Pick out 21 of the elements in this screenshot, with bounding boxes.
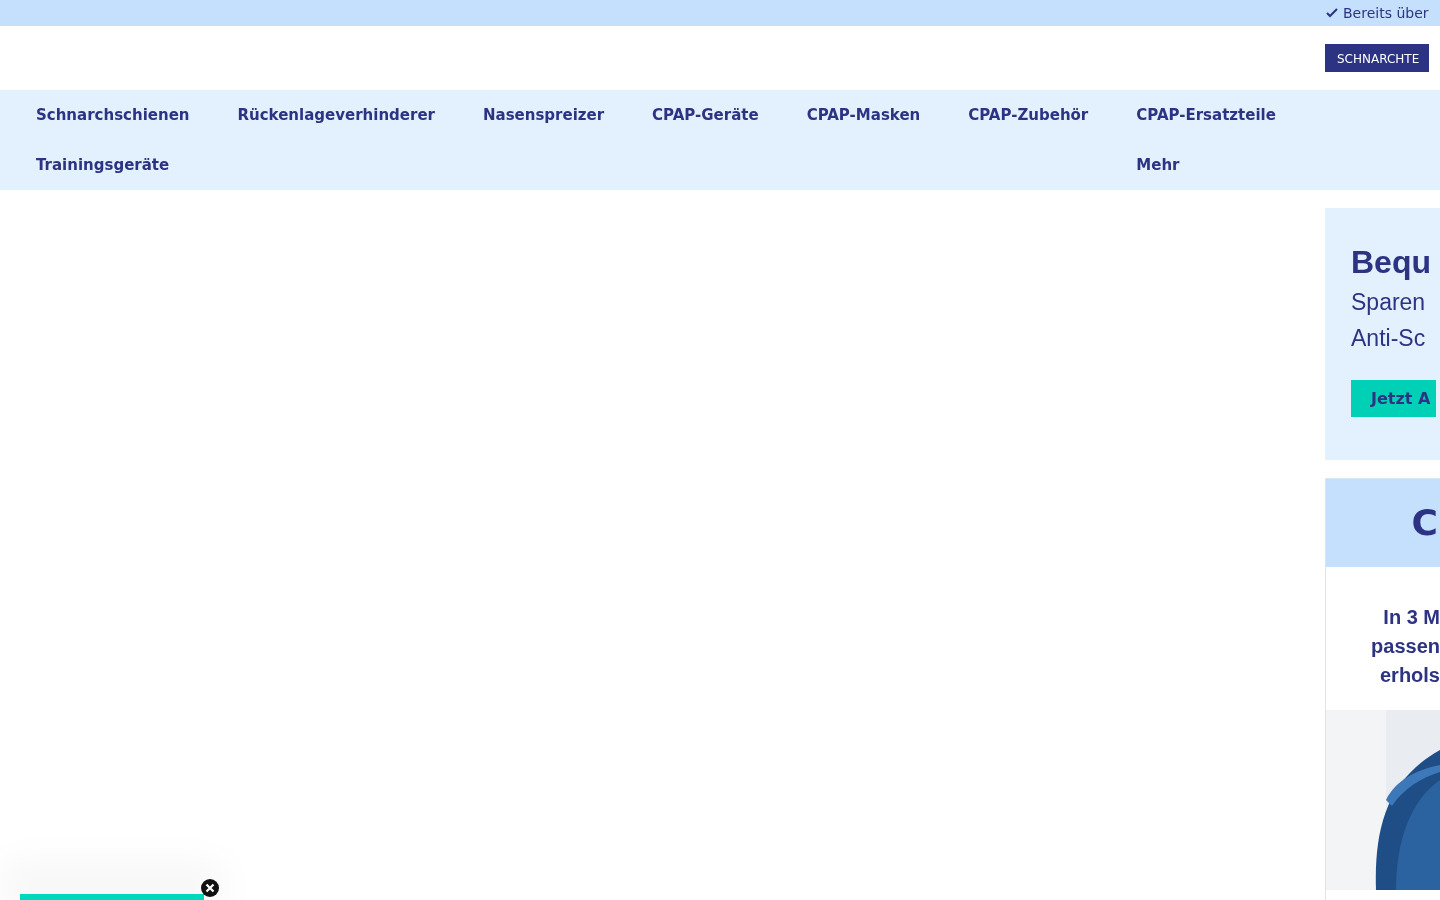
nav-link-item[interactable]: CPAP-Ersatzteile — [1136, 103, 1276, 127]
nav-link-item[interactable]: Schnarchschienen — [36, 103, 190, 127]
promo-text-line: Anti-Sc — [1351, 324, 1426, 353]
check-icon — [1325, 6, 1339, 20]
trust-message: Bereits über — [1343, 3, 1429, 23]
promo-button[interactable]: Jetzt A — [1351, 380, 1437, 417]
nav-link-item[interactable]: Trainingsgeräte — [36, 153, 170, 177]
card-text-line: In 3 M — [1383, 605, 1440, 630]
card-text-line: passen — [1371, 634, 1440, 659]
nav-link-item[interactable]: Nasenspreizer — [482, 103, 605, 127]
promo-title: Bequ — [1351, 243, 1431, 282]
card-text-line: erhols — [1379, 663, 1440, 688]
nav-link-item[interactable]: CPAP-Masken — [806, 103, 921, 127]
header-button[interactable]: SCHNARCHTE — [1325, 44, 1430, 72]
close-icon[interactable] — [201, 879, 219, 897]
nav-link-item[interactable]: Rückenlageverhinderer — [237, 103, 435, 127]
nav-link-item[interactable]: CPAP-Geräte — [652, 103, 759, 127]
more-link[interactable]: Mehr — [1136, 153, 1180, 177]
nav-link-item[interactable]: CPAP-Zubehör — [968, 103, 1089, 127]
card-heading: C — [1411, 501, 1438, 545]
promo-text-line: Sparen — [1351, 288, 1426, 317]
